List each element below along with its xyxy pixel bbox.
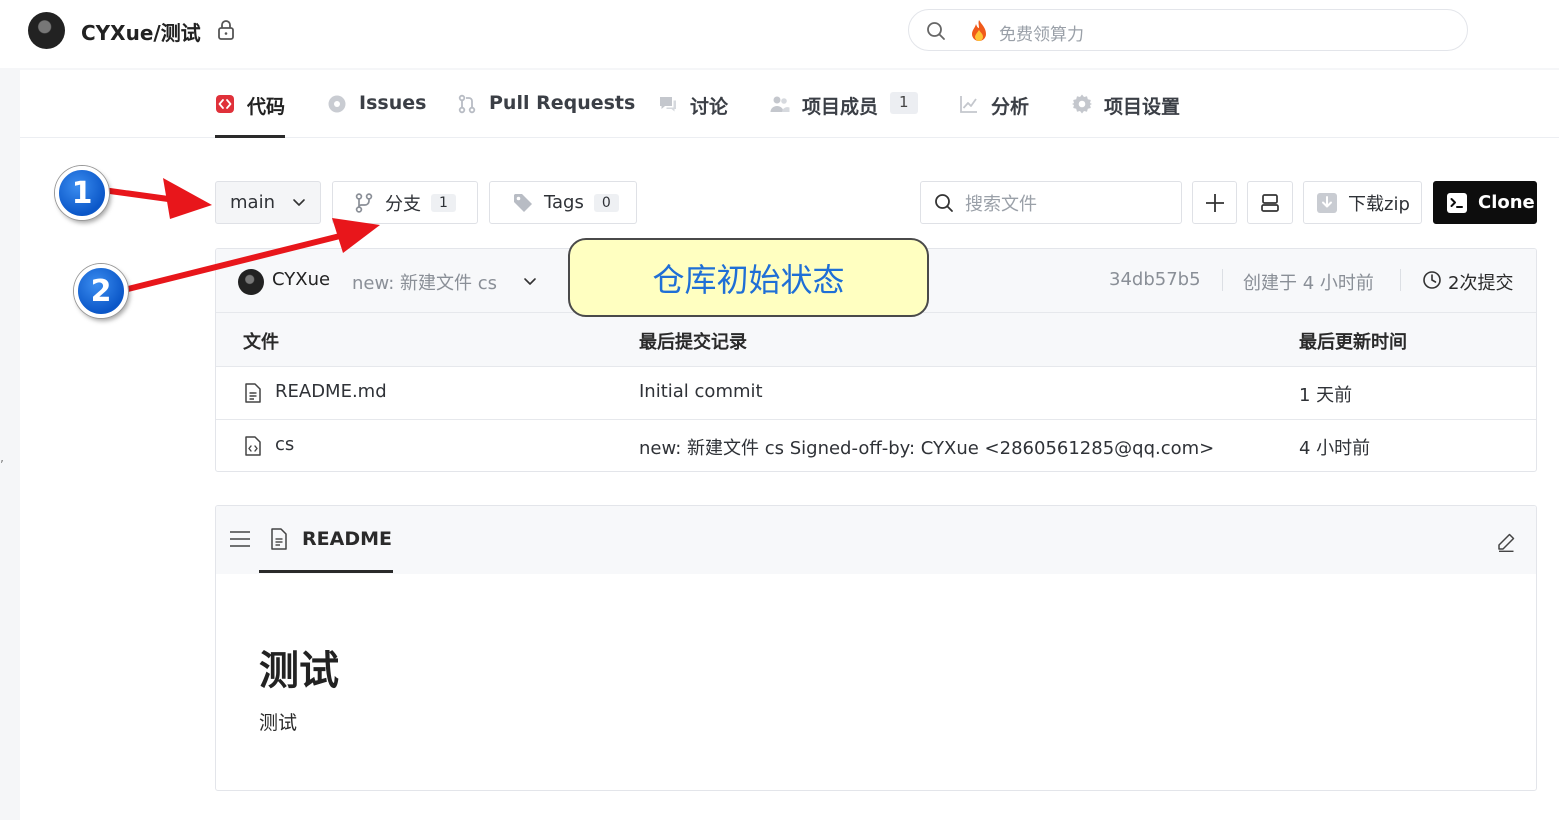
tab-settings-label: 项目设置 (1104, 96, 1181, 118)
readme-tab-label[interactable]: README (302, 528, 392, 550)
repo-tabs: 代码 Issues Pull Requests 讨论 项目成员 1 分析 项目设… (20, 70, 1559, 138)
download-zip-button[interactable]: 下载zip (1303, 181, 1422, 224)
page: CYXue/测试 免费领算力 ’ 代码 Issues Pull Requests… (0, 0, 1559, 820)
file-last-commit[interactable]: new: 新建文件 cs Signed-off-by: CYXue <28605… (639, 434, 1214, 460)
file-table-header: 文件 最后提交记录 最后更新时间 (216, 313, 1536, 367)
tab-issues[interactable]: Issues (327, 92, 426, 138)
tab-code-label: 代码 (247, 96, 286, 118)
file-name[interactable]: cs (275, 434, 294, 455)
fire-icon (972, 20, 986, 41)
file-updated-time: 1 天前 (1299, 385, 1353, 406)
commit-author[interactable]: CYXue (272, 269, 330, 290)
tab-settings[interactable]: 项目设置 (1072, 92, 1180, 138)
tab-members[interactable]: 项目成员 1 (770, 92, 918, 138)
annotation-callout: 仓库初始状态 (568, 238, 929, 317)
add-file-button[interactable] (1192, 181, 1237, 224)
pull-request-icon (458, 94, 476, 114)
menu-icon[interactable] (230, 530, 250, 548)
branch-selector[interactable]: main (215, 181, 321, 224)
branch-selector-label: main (230, 192, 275, 213)
table-row[interactable]: README.md Initial commit 1 天前 (216, 367, 1536, 420)
clock-icon (1423, 271, 1441, 289)
download-zip-label: 下载zip (1348, 193, 1410, 215)
tab-members-label: 项目成员 (802, 96, 879, 118)
gear-icon (1072, 94, 1092, 114)
search-icon (927, 22, 945, 40)
tab-code[interactable]: 代码 (215, 92, 286, 138)
clone-label: Clone (1478, 192, 1535, 213)
clone-button[interactable]: Clone (1433, 181, 1537, 224)
tab-analytics[interactable]: 分析 (959, 92, 1029, 138)
chevron-down-icon[interactable] (522, 273, 538, 289)
commit-count-link[interactable]: 2次提交 (1448, 269, 1513, 295)
file-last-commit[interactable]: Initial commit (639, 381, 763, 402)
members-count-badge: 1 (890, 92, 918, 114)
chevron-down-icon (293, 199, 305, 206)
column-header-updated: 最后更新时间 (1299, 332, 1407, 353)
terminal-icon (1447, 192, 1467, 213)
tags-label: Tags (544, 192, 584, 213)
tab-analytics-label: 分析 (991, 96, 1030, 118)
search-icon (935, 193, 953, 212)
readme-panel: README 测试 测试 (215, 505, 1537, 791)
file-icon (245, 383, 261, 403)
commit-author-avatar[interactable] (238, 269, 264, 295)
file-updated-time: 4 小时前 (1299, 438, 1371, 459)
user-avatar[interactable] (28, 12, 65, 49)
download-icon (1317, 192, 1337, 213)
commit-message[interactable]: new: 新建文件 cs (352, 269, 497, 295)
step-marker-1: 1 (55, 166, 109, 220)
tab-discussions[interactable]: 讨论 (658, 92, 728, 138)
tab-issues-label: Issues (359, 92, 427, 114)
readme-heading: 测试 (259, 648, 339, 694)
table-row[interactable]: cs new: 新建文件 cs Signed-off-by: CYXue <28… (216, 420, 1536, 471)
branches-count: 1 (431, 193, 456, 212)
file-search-input[interactable]: 搜索文件 (920, 181, 1182, 224)
code-icon (216, 95, 234, 113)
readme-header: README (216, 506, 1536, 574)
branch-icon (355, 192, 373, 213)
code-file-icon (245, 436, 261, 456)
file-icon (271, 528, 287, 550)
members-icon (770, 96, 790, 112)
chat-icon (660, 97, 676, 112)
commit-created-time: 创建于 4 小时前 (1243, 273, 1374, 294)
step-marker-2: 2 (74, 264, 128, 318)
readme-body: 测试 (259, 712, 298, 734)
plus-icon (1205, 193, 1224, 212)
file-name[interactable]: README.md (275, 381, 387, 402)
column-header-file: 文件 (243, 332, 279, 353)
branches-label: 分支 (385, 193, 421, 215)
tab-pull-requests[interactable]: Pull Requests (457, 92, 635, 138)
lock-icon (218, 20, 234, 40)
workspace-button[interactable] (1247, 181, 1293, 224)
tags-count: 0 (593, 193, 619, 212)
chart-icon (960, 96, 977, 113)
issues-icon (328, 95, 346, 113)
edge-fragment: ’ (0, 458, 4, 472)
column-header-last-commit: 最后提交记录 (639, 332, 747, 353)
edit-icon[interactable] (1496, 532, 1516, 552)
commit-hash[interactable]: 34db57b5 (1109, 269, 1201, 290)
global-search-placeholder: 免费领算力 (999, 25, 1084, 45)
tags-button[interactable]: Tags 0 (489, 181, 637, 224)
workspace-icon (1261, 193, 1279, 212)
tab-discussions-label: 讨论 (690, 96, 729, 118)
global-search-input[interactable]: 免费领算力 (908, 9, 1468, 51)
readme-tab-underline (259, 570, 393, 573)
tag-icon (514, 193, 532, 212)
tab-pull-requests-label: Pull Requests (489, 92, 636, 114)
divider (1222, 269, 1223, 291)
repo-title[interactable]: CYXue/测试 (81, 17, 201, 46)
divider (1400, 269, 1401, 291)
branches-button[interactable]: 分支 1 (332, 181, 478, 224)
file-search-placeholder: 搜索文件 (965, 193, 1037, 215)
top-bar: CYXue/测试 免费领算力 (0, 0, 1559, 68)
